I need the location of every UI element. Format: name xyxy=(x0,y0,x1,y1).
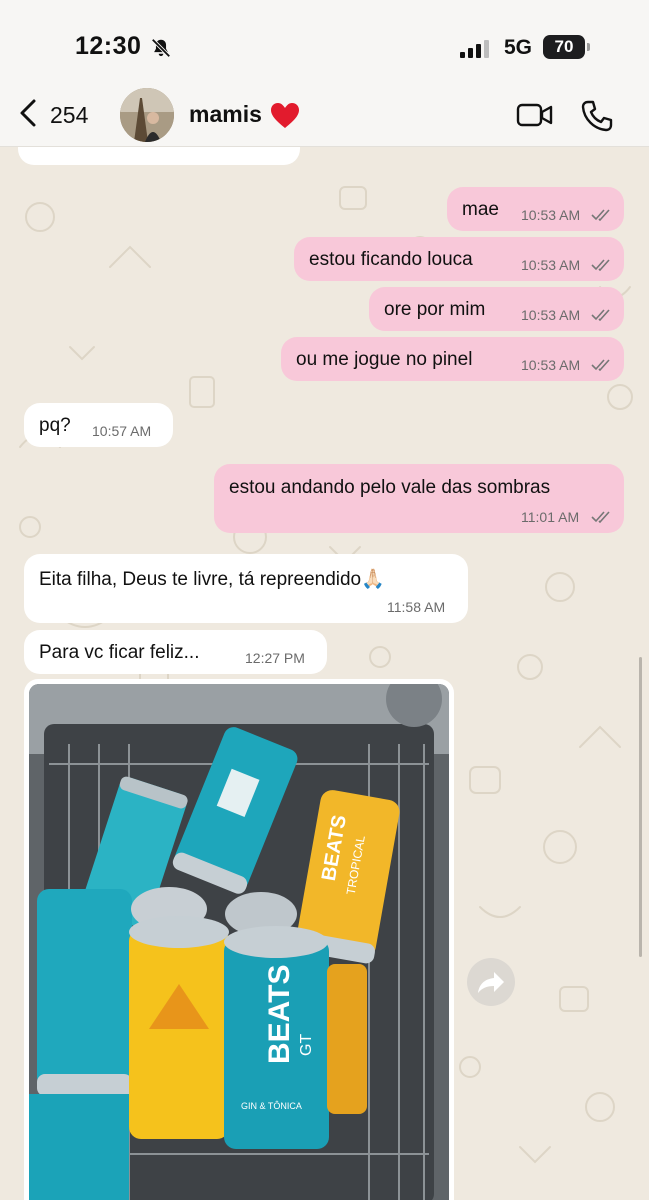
contact-name[interactable]: mamis xyxy=(189,101,262,128)
scrollbar[interactable] xyxy=(639,657,642,957)
message-time: 10:53 AM xyxy=(521,257,581,273)
battery-tip xyxy=(587,43,590,51)
message-bubble-outgoing[interactable]: ou me jogue no pinel 10:53 AM xyxy=(281,337,624,381)
signal-icon xyxy=(460,40,489,58)
video-call-icon[interactable] xyxy=(516,102,554,128)
avatar[interactable] xyxy=(120,88,174,142)
message-time: 11:01 AM xyxy=(521,509,580,525)
message-bubble-outgoing[interactable]: estou ficando louca 10:53 AM xyxy=(294,237,624,281)
message-text: mae xyxy=(462,199,499,220)
phone-icon[interactable] xyxy=(580,99,614,133)
message-text: Eita filha, Deus te livre, tá repreendid… xyxy=(39,569,385,590)
message-bubble-incoming[interactable]: pq? 10:57 AM xyxy=(24,403,173,447)
can-flavor-text: GT xyxy=(298,1034,315,1056)
message-time: 10:53 AM xyxy=(521,357,581,373)
message-text: ou me jogue no pinel xyxy=(296,349,473,370)
status-time: 12:30 xyxy=(75,32,142,60)
message-bubble-incoming[interactable]: Para vc ficar feliz... 12:27 PM xyxy=(24,630,327,674)
message-text: estou andando pelo vale das sombras xyxy=(229,477,551,498)
heart-icon xyxy=(271,103,299,128)
message-time: 10:57 AM xyxy=(92,423,152,439)
status-bar: 12:30 5G 70 xyxy=(0,0,649,90)
double-check-icon xyxy=(591,511,610,523)
message-bubble-outgoing[interactable]: ore por mim 10:53 AM xyxy=(369,287,624,331)
chevron-left-icon[interactable] xyxy=(16,98,40,128)
double-check-icon xyxy=(591,309,610,321)
message-time: 10:53 AM xyxy=(521,307,581,323)
double-check-icon xyxy=(591,359,610,371)
can-flavor-text: GIN & TÔNICA xyxy=(241,1101,302,1111)
forward-button[interactable] xyxy=(467,958,515,1006)
message-bubble-outgoing[interactable]: mae 10:53 AM xyxy=(447,187,624,231)
bell-slash-icon xyxy=(151,38,171,58)
message-time: 10:53 AM xyxy=(521,207,581,223)
photo-of-cans[interactable]: BEATS TROPICAL BEATS GT GIN & TÔNICA xyxy=(29,684,449,1200)
message-text: Para vc ficar feliz... xyxy=(39,642,200,663)
chat-header: 254 mamis xyxy=(0,88,649,147)
forward-icon xyxy=(478,972,504,993)
network-type: 5G xyxy=(504,36,533,59)
can-brand-text: BEATS xyxy=(263,965,296,1064)
message-time: 11:58 AM xyxy=(387,599,446,615)
previous-message-fragment xyxy=(18,147,300,165)
message-text: ore por mim xyxy=(384,299,486,320)
message-bubble-outgoing[interactable]: estou andando pelo vale das sombras 11:0… xyxy=(214,464,624,533)
double-check-icon xyxy=(591,209,610,221)
message-bubble-incoming[interactable]: Eita filha, Deus te livre, tá repreendid… xyxy=(24,554,468,623)
double-check-icon xyxy=(591,259,610,271)
message-text: pq? xyxy=(39,415,71,436)
image-message[interactable]: BEATS TROPICAL BEATS GT GIN & TÔNICA xyxy=(24,679,454,1200)
back-unread-count[interactable]: 254 xyxy=(50,102,88,129)
chat-area[interactable]: mae 10:53 AM estou ficando louca 10:53 A… xyxy=(0,147,649,1200)
message-time: 12:27 PM xyxy=(245,650,305,666)
message-text: estou ficando louca xyxy=(309,249,473,270)
battery-level: 70 xyxy=(543,35,585,59)
